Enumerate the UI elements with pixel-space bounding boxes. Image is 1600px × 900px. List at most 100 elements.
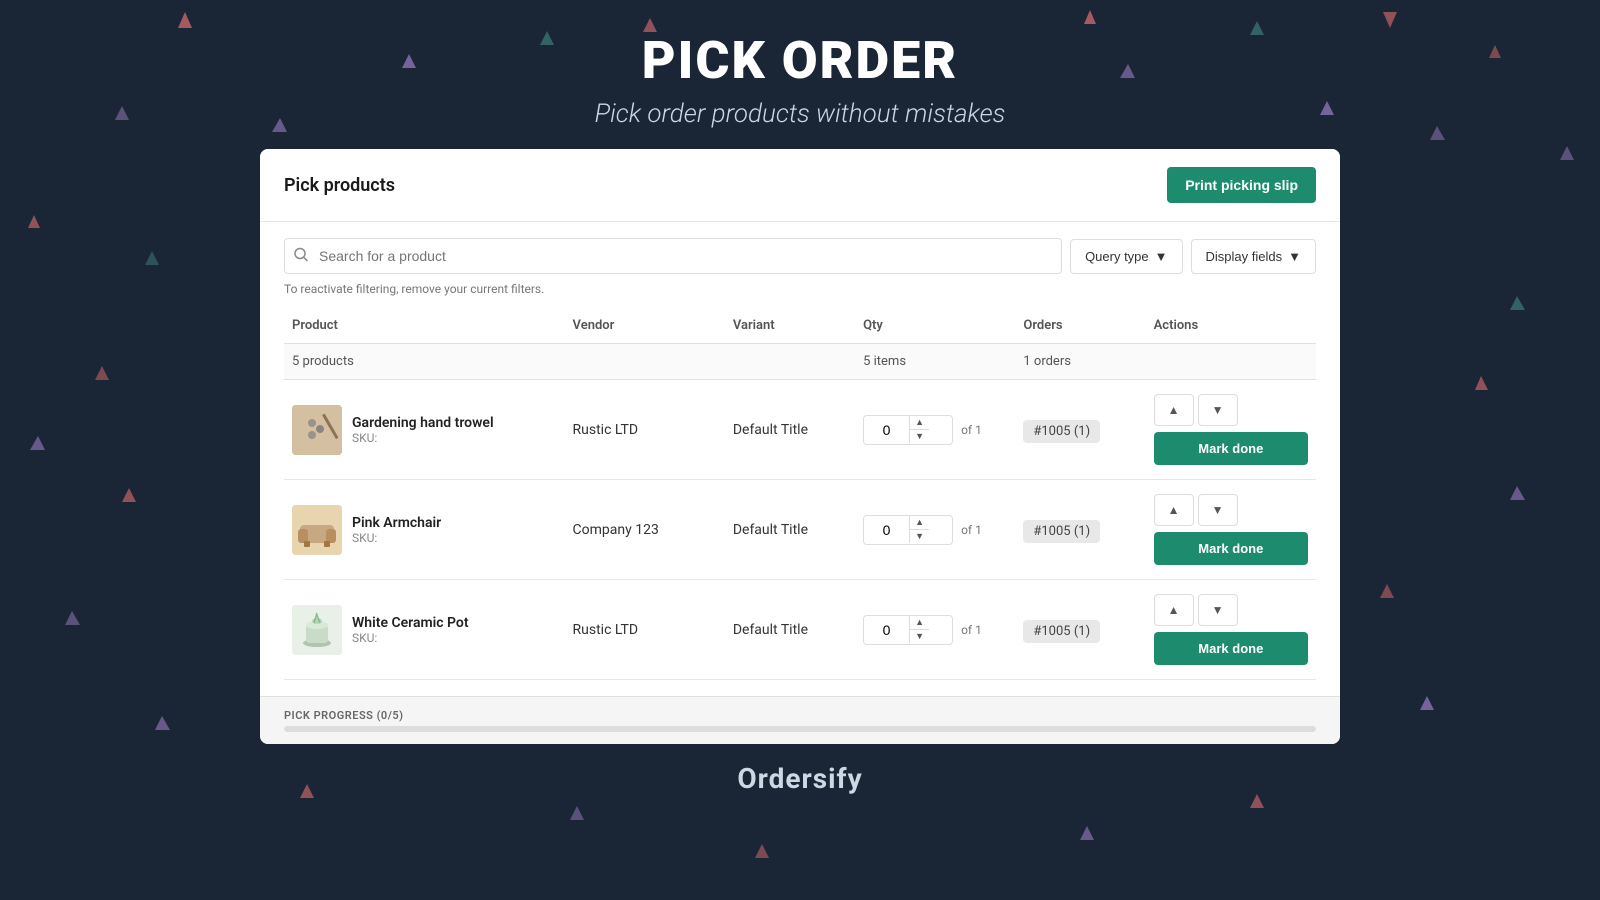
qty-spinners: ▲ ▼ (909, 616, 929, 643)
product-text: Pink Armchair SKU: (352, 515, 441, 545)
arrow-down-button[interactable]: ▼ (1198, 394, 1238, 426)
summary-product-count: 5 products (284, 344, 565, 380)
vendor-cell: Company 123 (565, 480, 725, 580)
variant-cell: Default Title (725, 580, 855, 680)
arrow-up-button[interactable]: ▲ (1154, 594, 1194, 626)
actions-cell: ▲ ▼ Mark done (1146, 380, 1316, 480)
arrow-buttons: ▲ ▼ (1154, 594, 1308, 626)
main-card: Pick products Print picking slip Query t… (260, 149, 1340, 744)
product-sku: SKU: (352, 531, 441, 545)
vendor-cell: Rustic LTD (565, 380, 725, 480)
summary-variant (725, 344, 855, 380)
col-header-actions: Actions (1146, 308, 1316, 344)
card-title: Pick products (284, 175, 395, 196)
product-sku: SKU: (352, 631, 469, 645)
query-type-label: Query type (1085, 249, 1149, 264)
filter-hint: To reactivate filtering, remove your cur… (284, 282, 1316, 296)
product-thumbnail (292, 505, 342, 555)
summary-actions (1146, 344, 1316, 380)
arrow-down-button[interactable]: ▼ (1198, 494, 1238, 526)
mark-done-button[interactable]: Mark done (1154, 532, 1308, 565)
arrow-down-button[interactable]: ▼ (1198, 594, 1238, 626)
product-info-cell: Pink Armchair SKU: (284, 480, 565, 580)
page-subtitle: Pick order products without mistakes (0, 99, 1600, 129)
qty-spin-up[interactable]: ▲ (910, 416, 929, 430)
card-footer: PICK PROGRESS (0/5) (260, 696, 1340, 744)
orders-cell: #1005 (1) (1015, 480, 1145, 580)
qty-spin-up[interactable]: ▲ (910, 616, 929, 630)
mark-done-button[interactable]: Mark done (1154, 632, 1308, 665)
qty-input[interactable] (864, 416, 909, 444)
qty-cell: ▲ ▼ of 1 (855, 380, 1015, 480)
orders-cell: #1005 (1) (1015, 380, 1145, 480)
product-info-cell: White Ceramic Pot SKU: (284, 580, 565, 680)
query-type-chevron-icon: ▼ (1155, 249, 1168, 264)
product-info: Pink Armchair SKU: (292, 505, 557, 555)
actions-cell: ▲ ▼ Mark done (1146, 580, 1316, 680)
summary-orders: 1 orders (1015, 344, 1145, 380)
table-row: Pink Armchair SKU: Company 123 Default T… (284, 480, 1316, 580)
col-header-vendor: Vendor (565, 308, 725, 344)
table-row: White Ceramic Pot SKU: Rustic LTD Defaul… (284, 580, 1316, 680)
qty-control: ▲ ▼ (863, 515, 953, 545)
product-sku: SKU: (352, 431, 494, 445)
qty-of: of 1 (961, 523, 982, 537)
brand-footer: Ordersify (0, 762, 1600, 795)
order-badge[interactable]: #1005 (1) (1023, 420, 1100, 443)
qty-control: ▲ ▼ (863, 615, 953, 645)
qty-spin-up[interactable]: ▲ (910, 516, 929, 530)
query-type-button[interactable]: Query type ▼ (1070, 239, 1182, 274)
page-header: PICK ORDER Pick order products without m… (0, 0, 1600, 149)
product-thumbnail (292, 405, 342, 455)
qty-input[interactable] (864, 616, 909, 644)
product-info: White Ceramic Pot SKU: (292, 605, 557, 655)
product-name: White Ceramic Pot (352, 615, 469, 631)
col-header-qty: Qty (855, 308, 1015, 344)
qty-of: of 1 (961, 623, 982, 637)
print-picking-slip-button[interactable]: Print picking slip (1167, 167, 1316, 203)
summary-qty: 5 items (855, 344, 1015, 380)
display-fields-label: Display fields (1206, 249, 1283, 264)
products-table: Product Vendor Variant Qty Orders Action… (284, 308, 1316, 680)
progress-bar-track (284, 726, 1316, 732)
qty-of: of 1 (961, 423, 982, 437)
summary-row: 5 products 5 items 1 orders (284, 344, 1316, 380)
page-title: PICK ORDER (0, 30, 1600, 91)
col-header-variant: Variant (725, 308, 855, 344)
qty-input[interactable] (864, 516, 909, 544)
product-info-cell: Gardening hand trowel SKU: (284, 380, 565, 480)
product-text: White Ceramic Pot SKU: (352, 615, 469, 645)
pick-progress-label: PICK PROGRESS (0/5) (284, 709, 1316, 722)
order-badge[interactable]: #1005 (1) (1023, 520, 1100, 543)
variant-cell: Default Title (725, 380, 855, 480)
qty-spin-down[interactable]: ▼ (910, 630, 929, 643)
orders-cell: #1005 (1) (1015, 580, 1145, 680)
order-badge[interactable]: #1005 (1) (1023, 620, 1100, 643)
search-row: Query type ▼ Display fields ▼ (284, 238, 1316, 274)
search-icon (294, 247, 308, 266)
brand-name: Ordersify (737, 762, 862, 795)
arrow-up-button[interactable]: ▲ (1154, 494, 1194, 526)
product-text: Gardening hand trowel SKU: (352, 415, 494, 445)
actions-wrapper: ▲ ▼ Mark done (1154, 394, 1308, 465)
mark-done-button[interactable]: Mark done (1154, 432, 1308, 465)
search-input[interactable] (284, 238, 1062, 274)
product-name: Gardening hand trowel (352, 415, 494, 431)
qty-spin-down[interactable]: ▼ (910, 530, 929, 543)
qty-spin-down[interactable]: ▼ (910, 430, 929, 443)
summary-vendor (565, 344, 725, 380)
search-wrapper (284, 238, 1062, 274)
table-header-row: Product Vendor Variant Qty Orders Action… (284, 308, 1316, 344)
actions-cell: ▲ ▼ Mark done (1146, 480, 1316, 580)
qty-control: ▲ ▼ (863, 415, 953, 445)
col-header-product: Product (284, 308, 565, 344)
qty-cell: ▲ ▼ of 1 (855, 480, 1015, 580)
product-thumbnail (292, 605, 342, 655)
arrow-up-button[interactable]: ▲ (1154, 394, 1194, 426)
display-fields-chevron-icon: ▼ (1288, 249, 1301, 264)
product-name: Pink Armchair (352, 515, 441, 531)
table-row: Gardening hand trowel SKU: Rustic LTD De… (284, 380, 1316, 480)
display-fields-button[interactable]: Display fields ▼ (1191, 239, 1316, 274)
arrow-buttons: ▲ ▼ (1154, 494, 1308, 526)
actions-wrapper: ▲ ▼ Mark done (1154, 594, 1308, 665)
